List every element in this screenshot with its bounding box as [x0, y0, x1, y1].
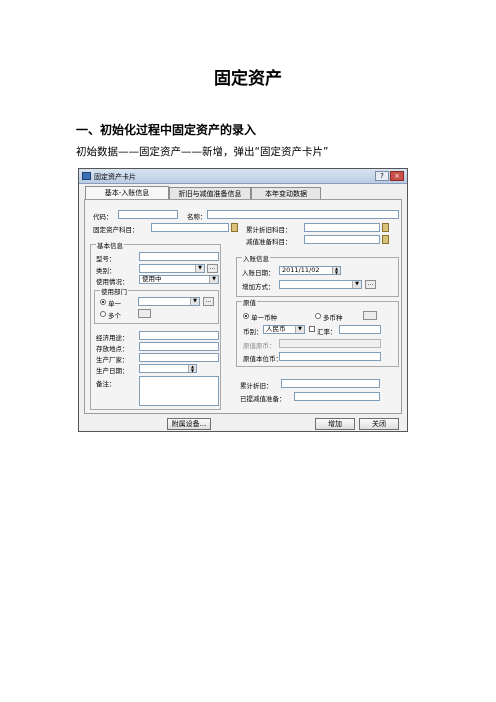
- basic-info-group: 基本信息 型号： 类别： ▼ ... 使用情况： 使用中 ▼ 使用部门 单一 ▼ …: [90, 240, 221, 410]
- name-field[interactable]: [207, 210, 399, 219]
- asset-account-field[interactable]: [151, 223, 229, 232]
- accum-depr-lookup-icon[interactable]: [382, 223, 389, 232]
- code-field[interactable]: [118, 210, 178, 219]
- dept-single-label: 单一: [108, 300, 121, 308]
- production-date-field[interactable]: ▲ ▼: [139, 364, 197, 373]
- instruction-text: 初始数据——固定资产——新增，弹出“固定资产卡片”: [76, 146, 329, 158]
- close-button[interactable]: 关闭: [359, 418, 399, 430]
- dialog-titlebar: 固定资产卡片 × ?: [79, 169, 407, 184]
- tab-basic-entry[interactable]: 基本-入账信息: [85, 186, 169, 200]
- location-field[interactable]: [139, 342, 219, 351]
- currency-label: 币别：: [243, 328, 263, 336]
- close-icon[interactable]: ×: [390, 171, 404, 181]
- single-currency-radio[interactable]: [243, 313, 249, 319]
- entry-date-label: 入账日期：: [242, 269, 275, 277]
- dept-multiple-label: 多个: [108, 312, 121, 320]
- tab-annual-change[interactable]: 本年变动数据: [251, 187, 321, 199]
- single-currency-label: 单一币种: [251, 314, 277, 322]
- add-method-select[interactable]: ▼: [279, 280, 362, 289]
- local-amount-label: 原值本位币：: [243, 355, 282, 363]
- remark-textarea[interactable]: [139, 376, 219, 406]
- usage-status-label: 使用情况：: [96, 278, 129, 286]
- multi-currency-label: 多币种: [323, 314, 343, 322]
- impairment-lookup-icon[interactable]: [382, 235, 389, 244]
- manufacturer-label: 生产厂家：: [96, 356, 129, 364]
- usage-status-value: 使用中: [142, 275, 162, 283]
- rate-field[interactable]: [339, 325, 381, 334]
- app-icon: [82, 172, 91, 180]
- add-method-label: 增加方式：: [242, 283, 275, 291]
- dept-select[interactable]: ▼: [138, 297, 200, 306]
- impairment-account-label: 减值准备科目：: [246, 238, 292, 246]
- location-label: 存放地点：: [96, 345, 129, 353]
- chevron-down-icon: ▼: [295, 326, 304, 333]
- code-label: 代码：: [93, 213, 113, 221]
- tab-panel: 代码： 名称： 固定资产科目： 累计折旧科目： 减值准备科目： 基本信息 型号：…: [84, 199, 402, 414]
- rate-label: 汇率：: [317, 328, 337, 336]
- economic-use-label: 经济用途：: [96, 334, 129, 342]
- currency-options-button[interactable]: [363, 311, 377, 320]
- chevron-down-icon: ▼: [190, 298, 199, 305]
- entry-info-group: 入账信息 入账日期： 2011/11/02 ▲ ▼ 增加方式： ▼ ...: [236, 253, 399, 297]
- spinner-icon[interactable]: ▲ ▼: [332, 267, 340, 274]
- model-field[interactable]: [139, 252, 219, 261]
- chevron-down-icon: ▼: [209, 276, 218, 283]
- multi-currency-radio[interactable]: [315, 313, 321, 319]
- original-value-group: 原值 单一币种 多币种 币别： 人民币 ▼ 汇率： 原值原币： 原值本位币：: [236, 297, 399, 367]
- name-label: 名称：: [187, 213, 207, 221]
- asset-account-label: 固定资产科目：: [93, 226, 139, 234]
- original-amount-label: 原值原币：: [243, 342, 276, 350]
- dialog-title: 固定资产卡片: [94, 173, 136, 181]
- dept-group-title: 使用部门: [100, 286, 128, 296]
- dept-group: 使用部门 单一 ▼ ... 多个: [94, 286, 219, 324]
- impairment-account-field[interactable]: [304, 235, 380, 244]
- chevron-down-icon: ▼: [195, 265, 204, 272]
- currency-value: 人民币: [266, 325, 286, 333]
- add-button[interactable]: 增加: [315, 418, 355, 430]
- attached-equipment-button[interactable]: 附属设备...: [167, 418, 211, 430]
- dept-single-radio[interactable]: [100, 299, 106, 305]
- asset-card-dialog: 固定资产卡片 × ? 基本-入账信息 折旧与减值准备信息 本年变动数据 代码： …: [78, 168, 408, 432]
- section-heading: 一、初始化过程中固定资产的录入: [76, 123, 257, 137]
- add-method-browse-button[interactable]: ...: [365, 280, 376, 289]
- basic-info-title: 基本信息: [96, 240, 124, 250]
- local-amount-field[interactable]: [279, 352, 381, 361]
- usage-status-select[interactable]: 使用中 ▼: [139, 275, 219, 284]
- entry-date-field[interactable]: 2011/11/02 ▲ ▼: [279, 266, 341, 275]
- category-browse-button[interactable]: ...: [207, 264, 218, 273]
- entry-date-value: 2011/11/02: [282, 266, 320, 274]
- production-date-label: 生产日期：: [96, 367, 129, 375]
- accum-depr-label: 累计折旧：: [240, 382, 273, 390]
- accum-depr-account-label: 累计折旧科目：: [246, 226, 292, 234]
- category-select[interactable]: ▼: [139, 264, 205, 273]
- model-label: 型号：: [96, 255, 116, 263]
- page-title: 固定资产: [214, 69, 282, 89]
- original-value-title: 原值: [242, 297, 257, 307]
- spinner-icon[interactable]: ▲ ▼: [188, 365, 196, 372]
- dept-browse-button[interactable]: ...: [203, 297, 214, 306]
- remark-label: 备注：: [96, 380, 116, 388]
- entry-info-title: 入账信息: [242, 253, 270, 263]
- accum-depr-field[interactable]: [281, 379, 380, 388]
- impairment-provision-label: 已提减值准备：: [240, 395, 286, 403]
- dept-multiple-button[interactable]: [138, 309, 151, 318]
- currency-select[interactable]: 人民币 ▼: [263, 325, 305, 334]
- economic-use-field[interactable]: [139, 331, 219, 340]
- tab-depreciation[interactable]: 折旧与减值准备信息: [169, 187, 251, 199]
- original-amount-field[interactable]: [279, 339, 381, 348]
- manufacturer-field[interactable]: [139, 353, 219, 362]
- impairment-provision-field[interactable]: [294, 392, 380, 401]
- chevron-down-icon: ▼: [352, 281, 361, 288]
- asset-account-lookup-icon[interactable]: [231, 223, 238, 232]
- dept-multiple-radio[interactable]: [100, 311, 106, 317]
- accum-depr-account-field[interactable]: [304, 223, 380, 232]
- help-icon[interactable]: ?: [375, 171, 389, 181]
- category-label: 类别：: [96, 267, 116, 275]
- rate-checkbox[interactable]: [309, 326, 315, 332]
